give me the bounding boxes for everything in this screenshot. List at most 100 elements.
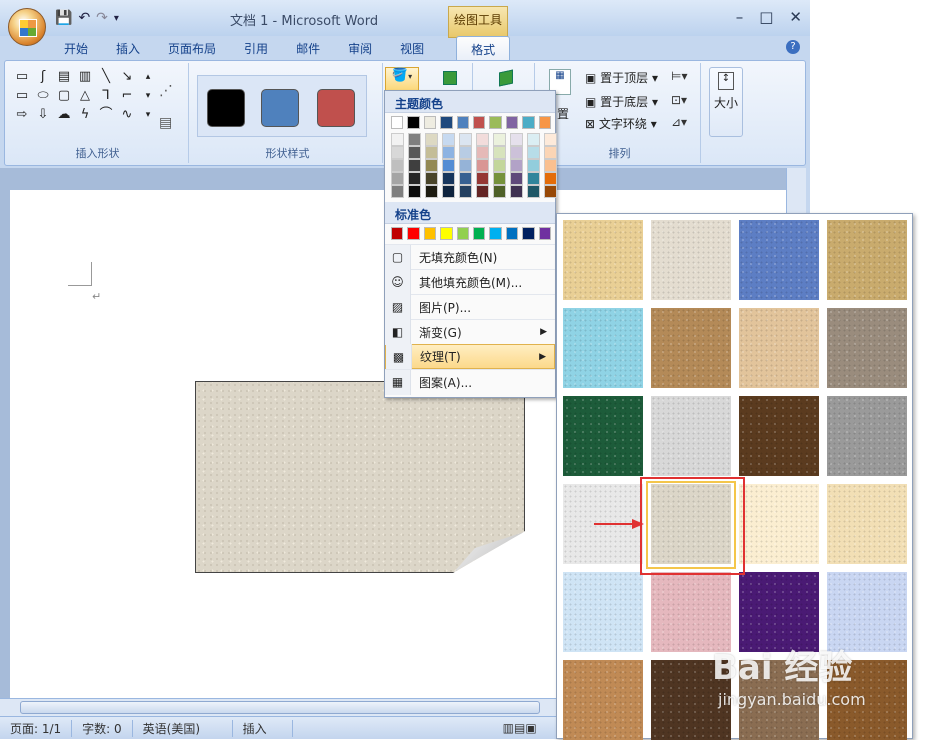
freeform-icon[interactable]: ʃ xyxy=(34,69,52,85)
text-wrap-button[interactable]: ⊠ 文字环绕 ▾ xyxy=(585,115,657,132)
triangle-icon[interactable]: △ xyxy=(76,88,94,104)
shade-swatch[interactable] xyxy=(493,133,506,146)
status-language[interactable]: 英语(美国) xyxy=(133,719,233,737)
shade-swatch[interactable] xyxy=(527,185,540,198)
shade-swatch[interactable] xyxy=(408,172,421,185)
standard-color-6[interactable] xyxy=(489,227,502,240)
shade-swatch[interactable] xyxy=(459,133,472,146)
shade-swatch[interactable] xyxy=(476,185,489,198)
shade-swatch[interactable] xyxy=(459,146,472,159)
rotate-icon[interactable]: ⊿▾ xyxy=(671,115,687,129)
shade-swatch[interactable] xyxy=(493,185,506,198)
shade-swatch[interactable] xyxy=(459,185,472,198)
texture-tile-20[interactable] xyxy=(563,660,643,740)
more-icon[interactable]: ▴ xyxy=(139,69,157,85)
size-button[interactable]: ↕ 大小 xyxy=(709,67,743,137)
shade-swatch[interactable] xyxy=(527,133,540,146)
theme-color-2[interactable] xyxy=(423,116,437,129)
shade-swatch[interactable] xyxy=(476,159,489,172)
rect-shape-icon[interactable]: ▭ xyxy=(13,69,31,85)
shade-swatch[interactable] xyxy=(442,159,455,172)
line-icon[interactable]: ╲ xyxy=(97,69,115,85)
status-words[interactable]: 字数: 0 xyxy=(72,719,133,737)
texture-tile-1[interactable] xyxy=(651,220,731,300)
shade-swatch[interactable] xyxy=(510,159,523,172)
shade-swatch[interactable] xyxy=(425,185,438,198)
theme-color-4[interactable] xyxy=(456,116,470,129)
right-arrow-icon[interactable]: ⇨ xyxy=(13,107,31,123)
texture-tile-5[interactable] xyxy=(651,308,731,388)
tab-references[interactable]: 引用 xyxy=(230,36,282,62)
shade-swatch[interactable] xyxy=(459,172,472,185)
text-box-button-icon[interactable]: ▤ xyxy=(159,115,172,131)
texture-tile-6[interactable] xyxy=(739,308,819,388)
shade-swatch[interactable] xyxy=(442,133,455,146)
rounded-rect-icon[interactable]: ▢ xyxy=(55,88,73,104)
theme-color-6[interactable] xyxy=(489,116,502,129)
standard-color-5[interactable] xyxy=(473,227,486,240)
3d-effects-icon[interactable] xyxy=(499,69,513,87)
office-button[interactable] xyxy=(8,8,46,46)
shade-swatch[interactable] xyxy=(527,146,540,159)
tab-page-layout[interactable]: 页面布局 xyxy=(154,36,230,62)
shade-swatch[interactable] xyxy=(391,159,404,172)
tab-home[interactable]: 开始 xyxy=(50,36,102,62)
theme-color-8[interactable] xyxy=(522,116,535,129)
shade-swatch[interactable] xyxy=(442,172,455,185)
shade-swatch[interactable] xyxy=(442,185,455,198)
shade-swatch[interactable] xyxy=(527,159,540,172)
shade-swatch[interactable] xyxy=(510,172,523,185)
shade-swatch[interactable] xyxy=(476,172,489,185)
fill-menu-item-1[interactable]: ☺ 其他填充颜色(M)... xyxy=(385,269,555,295)
tab-view[interactable]: 视图 xyxy=(386,36,438,62)
redo-icon[interactable]: ↷ xyxy=(96,10,108,26)
fill-menu-item-4[interactable]: ▩ 纹理(T) ▶ xyxy=(385,344,555,369)
shade-swatch[interactable] xyxy=(527,172,540,185)
shade-swatch[interactable] xyxy=(408,159,421,172)
theme-color-1[interactable] xyxy=(407,116,420,129)
fill-color-button[interactable]: 🪣▾ xyxy=(385,67,419,91)
position-label[interactable]: 置 xyxy=(557,105,569,122)
shade-swatch[interactable] xyxy=(544,159,557,172)
arrow-line-icon[interactable]: ↘ xyxy=(118,69,136,85)
curve-icon[interactable]: ∿ xyxy=(118,107,136,123)
expand-icon[interactable]: ▾ xyxy=(139,107,157,123)
shade-swatch[interactable] xyxy=(425,172,438,185)
shade-swatch[interactable] xyxy=(493,172,506,185)
tab-format[interactable]: 格式 xyxy=(456,36,511,62)
fill-menu-item-5[interactable]: ▦ 图案(A)... xyxy=(385,369,555,395)
shade-swatch[interactable] xyxy=(510,185,523,198)
cloud-icon[interactable]: ☁ xyxy=(55,107,73,123)
view-buttons-icon[interactable]: ▥▤▣ xyxy=(493,721,547,735)
arc-icon[interactable]: ⌒ xyxy=(97,107,115,123)
help-icon[interactable]: ? xyxy=(786,40,800,54)
bring-to-front-button[interactable]: ▣ 置于顶层 ▾ xyxy=(585,69,658,86)
status-page[interactable]: 页面: 1/1 xyxy=(0,719,73,737)
texture-tile-11[interactable] xyxy=(827,396,907,476)
rectangle-icon[interactable]: ▭ xyxy=(13,88,31,104)
shade-swatch[interactable] xyxy=(408,185,421,198)
shade-swatch[interactable] xyxy=(408,146,421,159)
status-mode[interactable]: 插入 xyxy=(233,719,293,737)
texture-tile-8[interactable] xyxy=(563,396,643,476)
textbox-icon[interactable]: ▤ xyxy=(55,69,73,85)
close-button[interactable]: ✕ xyxy=(789,8,802,26)
texture-tile-2[interactable] xyxy=(739,220,819,300)
texture-tile-4[interactable] xyxy=(563,308,643,388)
standard-color-2[interactable] xyxy=(423,227,437,240)
standard-color-3[interactable] xyxy=(440,227,453,240)
fill-menu-item-3[interactable]: ◧ 渐变(G) ▶ xyxy=(385,319,555,345)
align-icon[interactable]: ⊨▾ xyxy=(671,69,687,83)
connector-icon[interactable]: ⌐ xyxy=(118,88,136,104)
texture-tile-14[interactable] xyxy=(739,484,819,564)
scroll-icon[interactable]: ▾ xyxy=(139,88,157,104)
down-arrow-icon[interactable]: ⇩ xyxy=(34,107,52,123)
lightning-icon[interactable]: ϟ xyxy=(76,107,94,123)
style-swatch-black[interactable] xyxy=(207,89,245,127)
shade-swatch[interactable] xyxy=(391,172,404,185)
standard-color-1[interactable] xyxy=(407,227,420,240)
tab-mailings[interactable]: 邮件 xyxy=(282,36,334,62)
minimize-button[interactable]: – xyxy=(736,8,744,26)
shade-swatch[interactable] xyxy=(544,185,557,198)
style-swatch-blue[interactable] xyxy=(261,89,299,127)
